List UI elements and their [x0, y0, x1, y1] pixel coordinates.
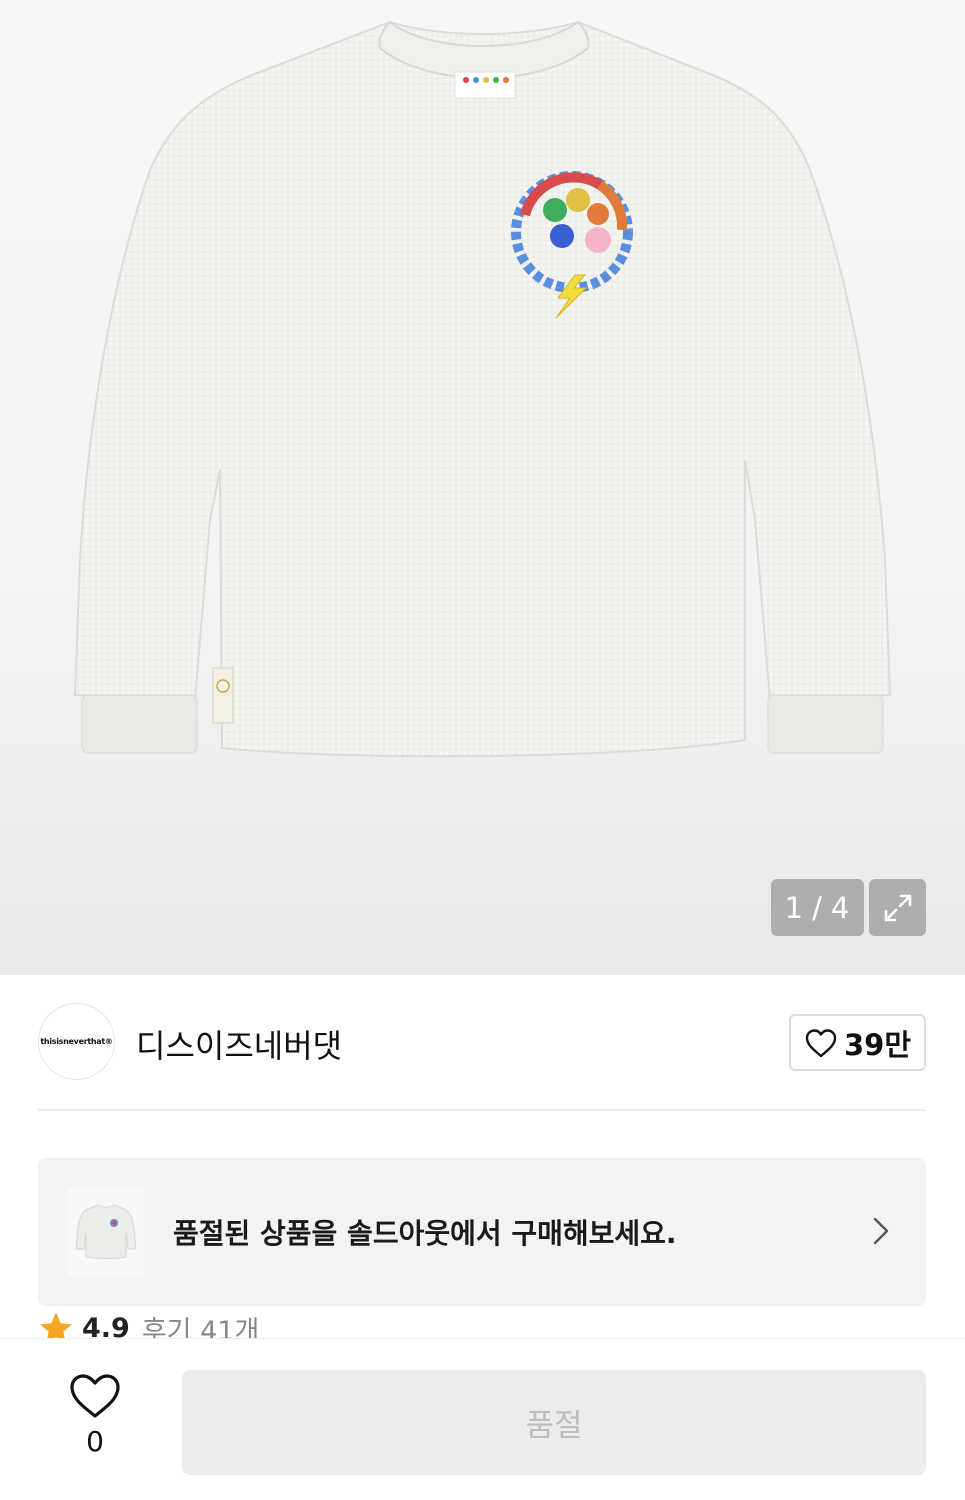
product-photo [73, 20, 892, 758]
brand-like-button[interactable]: 39만 [789, 1014, 926, 1071]
image-counter-total: 4 [830, 890, 851, 925]
wishlist-button[interactable]: 0 [60, 1373, 130, 1458]
soldout-banner-text: 품절된 상품을 솔드아웃에서 구매해보세요. [173, 1217, 677, 1250]
heart-icon [805, 1028, 837, 1057]
expand-icon [884, 894, 911, 921]
expand-button[interactable] [869, 879, 926, 936]
brand-logo-text: thisisneverthat® [40, 1037, 113, 1046]
chevron-right-icon [873, 1217, 889, 1245]
soldout-thumbnail [68, 1187, 144, 1277]
soldout-buy-button[interactable]: 품절 [182, 1370, 926, 1475]
image-counter: 1 / 4 [771, 879, 864, 936]
brand-logo[interactable]: thisisneverthat® [38, 1003, 115, 1080]
wishlist-count: 0 [86, 1425, 104, 1458]
brand-name[interactable]: 디스이즈네버댓 [136, 1021, 342, 1067]
divider [38, 1109, 926, 1111]
image-counter-separator: / [812, 890, 823, 925]
bottom-action-bar: 0 품절 [0, 1338, 965, 1500]
brand-like-count: 39만 [843, 1027, 912, 1062]
brand-row[interactable]: thisisneverthat® 디스이즈네버댓 39만 [38, 1003, 926, 1081]
soldout-banner[interactable]: 품절된 상품을 솔드아웃에서 구매해보세요. [38, 1158, 926, 1306]
heart-icon [70, 1374, 120, 1418]
image-counter-current: 1 [784, 890, 805, 925]
product-image-gallery[interactable]: 1 / 4 [0, 0, 965, 975]
